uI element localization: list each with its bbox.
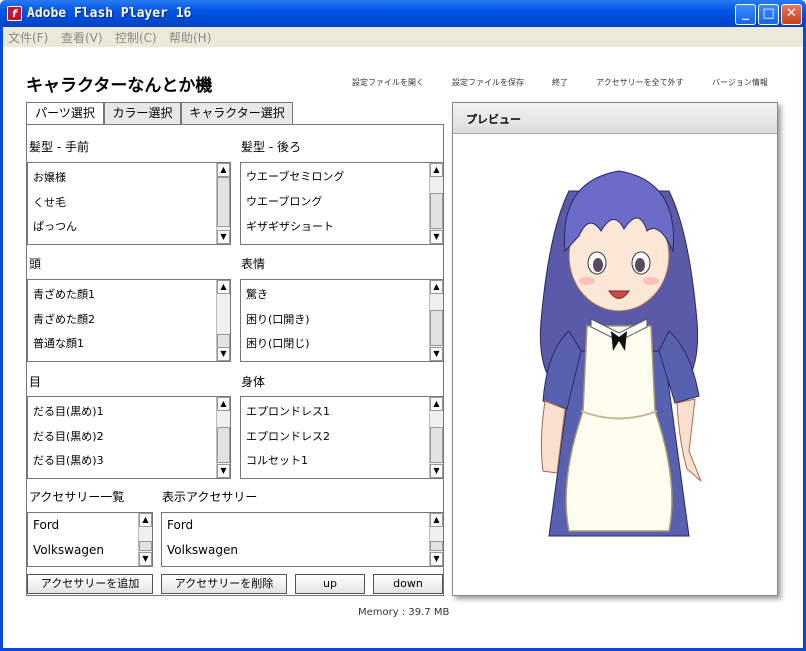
scroll-down-icon[interactable]: ▼ (139, 552, 152, 566)
minimize-button[interactable]: _ (735, 4, 756, 25)
scroll-down-icon[interactable]: ▼ (217, 230, 230, 244)
scroll-thumb[interactable] (217, 427, 230, 463)
list-item[interactable]: 青ざめた顔2 (33, 311, 95, 327)
scroll-down-icon[interactable]: ▼ (217, 464, 230, 478)
expression-label: 表情 (241, 257, 266, 271)
list-item[interactable]: Volkswagen (167, 543, 238, 557)
down-button[interactable]: down (373, 574, 443, 594)
scrollbar[interactable]: ▲ ▼ (216, 280, 230, 361)
scroll-thumb[interactable] (430, 427, 443, 463)
app-title: キャラクターなんとか機 (26, 76, 213, 96)
scrollbar[interactable]: ▲ ▼ (429, 163, 443, 244)
list-item[interactable]: 普通な顔1 (33, 335, 84, 351)
scroll-down-icon[interactable]: ▼ (217, 347, 230, 361)
scrollbar[interactable]: ▲ ▼ (216, 163, 230, 244)
accessory-list-label: アクセサリー一覧 (29, 490, 125, 504)
accessory-list[interactable]: Ford Volkswagen ▲ ▼ (27, 512, 153, 567)
head-list[interactable]: 青ざめた顔1 青ざめた顔2 普通な顔1 ▲ ▼ (27, 279, 231, 362)
hair-front-list[interactable]: お嬢様 くせ毛 ぱっつん ▲ ▼ (27, 162, 231, 245)
list-item[interactable]: ギザギザショート (246, 218, 334, 234)
remove-all-accessories-link[interactable]: アクセサリーを全て外す (596, 77, 684, 88)
save-settings-link[interactable]: 設定ファイルを保存 (452, 77, 524, 88)
scrollbar[interactable]: ▲ ▼ (138, 513, 152, 566)
scroll-thumb[interactable] (217, 334, 230, 348)
quit-link[interactable]: 終了 (552, 77, 568, 88)
scroll-up-icon[interactable]: ▲ (139, 513, 152, 527)
scroll-thumb[interactable] (139, 541, 152, 551)
scroll-up-icon[interactable]: ▲ (217, 163, 230, 177)
remove-accessory-button[interactable]: アクセサリーを削除 (161, 574, 287, 594)
body-list[interactable]: エプロンドレス1 エプロンドレス2 コルセット1 ▲ ▼ (240, 396, 444, 479)
list-item[interactable]: ウエーブロング (246, 193, 322, 209)
list-item[interactable]: だる目(黒め)3 (33, 452, 104, 468)
preview-title: プレビュー (466, 113, 521, 126)
eyes-label: 目 (29, 375, 42, 389)
scroll-down-icon[interactable]: ▼ (430, 230, 443, 244)
list-item[interactable]: 青ざめた顔1 (33, 286, 95, 302)
menu-view[interactable]: 查看(V) (61, 29, 103, 46)
scrollbar[interactable]: ▲ ▼ (429, 397, 443, 478)
list-item[interactable]: エプロンドレス1 (246, 403, 330, 419)
list-item[interactable]: 驚き (246, 286, 268, 302)
list-item[interactable]: エプロンドレス2 (246, 428, 330, 444)
head-label: 頭 (29, 257, 42, 271)
scroll-thumb[interactable] (430, 310, 443, 346)
hair-back-label: 髪型 - 後ろ (241, 140, 301, 154)
scroll-thumb[interactable] (430, 541, 443, 551)
list-item[interactable]: ぱっつん (33, 218, 77, 234)
title-bar[interactable]: f Adobe Flash Player 16 _ □ ✕ (0, 0, 806, 27)
add-accessory-button[interactable]: アクセサリーを追加 (27, 574, 153, 594)
version-info-link[interactable]: バージョン情報 (712, 77, 768, 88)
expression-list[interactable]: 驚き 困り(口開き) 困り(口閉じ) ▲ ▼ (240, 279, 444, 362)
character-preview-image (539, 170, 702, 537)
flash-icon: f (7, 6, 22, 21)
scroll-up-icon[interactable]: ▲ (430, 280, 443, 294)
list-item[interactable]: だる目(黒め)1 (33, 403, 104, 419)
memory-readout: Memory : 39.7 MB (358, 607, 450, 618)
shown-accessories-label: 表示アクセサリー (162, 490, 258, 504)
list-item[interactable]: 困り(口閉じ) (246, 335, 310, 351)
list-item[interactable]: くせ毛 (33, 194, 66, 210)
menu-control[interactable]: 控制(C) (115, 29, 157, 46)
scroll-thumb[interactable] (430, 193, 443, 229)
list-item[interactable]: ウエーブセミロング (246, 168, 344, 184)
up-button[interactable]: up (295, 574, 365, 594)
body-label: 身体 (241, 375, 266, 389)
menu-bar: 文件(F) 查看(V) 控制(C) 帮助(H) (3, 27, 803, 47)
preview-panel: プレビュー (452, 102, 778, 596)
scroll-up-icon[interactable]: ▲ (217, 397, 230, 411)
maximize-button[interactable]: □ (758, 4, 779, 25)
tab-parts[interactable]: パーツ選択 (26, 102, 104, 126)
list-item[interactable]: Ford (33, 518, 59, 532)
menu-file[interactable]: 文件(F) (8, 29, 48, 46)
scroll-down-icon[interactable]: ▼ (430, 347, 443, 361)
list-item[interactable]: お嬢様 (33, 169, 66, 185)
preview-header: プレビュー (453, 103, 777, 134)
scroll-up-icon[interactable]: ▲ (430, 397, 443, 411)
scroll-down-icon[interactable]: ▼ (430, 464, 443, 478)
open-settings-link[interactable]: 設定ファイルを開く (352, 77, 424, 88)
list-item[interactable]: だる目(黒め)2 (33, 428, 104, 444)
close-button[interactable]: ✕ (781, 4, 802, 25)
scroll-up-icon[interactable]: ▲ (430, 513, 443, 527)
scrollbar[interactable]: ▲ ▼ (216, 397, 230, 478)
list-item[interactable]: コルセット1 (246, 452, 308, 468)
scrollbar[interactable]: ▲ ▼ (429, 280, 443, 361)
hair-front-label: 髪型 - 手前 (29, 140, 89, 154)
tab-color[interactable]: カラー選択 (104, 102, 181, 125)
scroll-thumb[interactable] (217, 177, 230, 227)
scroll-up-icon[interactable]: ▲ (217, 280, 230, 294)
shown-accessories-list[interactable]: Ford Volkswagen ▲ ▼ (161, 512, 444, 567)
list-item[interactable]: 困り(口開き) (246, 311, 310, 327)
hair-back-list[interactable]: ウエーブセミロング ウエーブロング ギザギザショート ▲ ▼ (240, 162, 444, 245)
scrollbar[interactable]: ▲ ▼ (429, 513, 443, 566)
tab-character[interactable]: キャラクター選択 (181, 102, 293, 125)
list-item[interactable]: Volkswagen (33, 543, 104, 557)
scroll-up-icon[interactable]: ▲ (430, 163, 443, 177)
eyes-list[interactable]: だる目(黒め)1 だる目(黒め)2 だる目(黒め)3 ▲ ▼ (27, 396, 231, 479)
menu-help[interactable]: 帮助(H) (169, 29, 211, 46)
window-title: Adobe Flash Player 16 (27, 6, 192, 21)
list-item[interactable]: Ford (167, 518, 193, 532)
scroll-down-icon[interactable]: ▼ (430, 552, 443, 566)
